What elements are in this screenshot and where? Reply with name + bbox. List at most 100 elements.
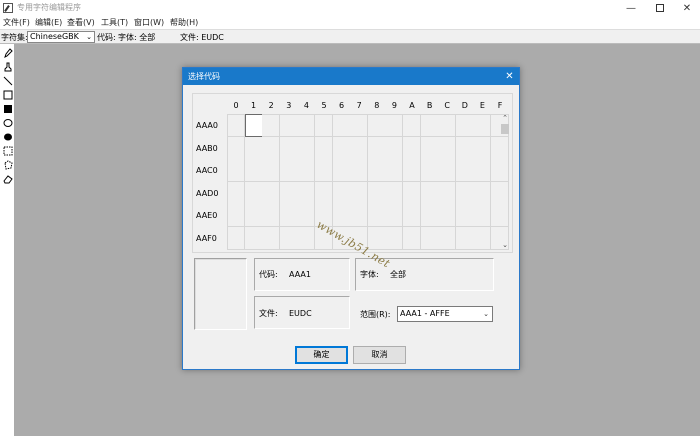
code-cell[interactable]	[367, 181, 386, 205]
code-cell[interactable]	[315, 136, 334, 160]
code-cell[interactable]	[455, 136, 474, 160]
grid-scrollbar[interactable]: ⌃ ⌄	[500, 114, 510, 251]
code-cell[interactable]	[403, 159, 422, 182]
filled-ellipse-icon[interactable]	[2, 131, 13, 142]
code-cell[interactable]	[420, 204, 439, 227]
code-cell[interactable]	[297, 136, 316, 160]
code-cell[interactable]	[297, 226, 316, 250]
code-cell[interactable]	[403, 226, 422, 250]
code-cell[interactable]	[262, 226, 281, 250]
code-cell[interactable]	[438, 204, 457, 227]
code-cell[interactable]	[262, 136, 281, 160]
code-cell[interactable]	[279, 159, 298, 182]
hollow-ellipse-icon[interactable]	[2, 117, 13, 128]
scroll-down-icon[interactable]: ⌄	[500, 241, 510, 250]
code-cell[interactable]	[473, 159, 492, 182]
code-cell[interactable]	[227, 204, 246, 227]
cancel-button[interactable]: 取消	[353, 346, 406, 364]
code-cell[interactable]	[244, 181, 263, 205]
code-cell[interactable]	[438, 226, 457, 250]
code-cell[interactable]	[455, 226, 474, 250]
code-cell[interactable]	[227, 181, 246, 205]
code-cell[interactable]	[420, 181, 439, 205]
code-cell[interactable]	[297, 159, 316, 182]
code-cell[interactable]	[244, 204, 263, 227]
code-cell[interactable]	[262, 159, 281, 182]
code-cell[interactable]	[385, 136, 404, 160]
code-cell[interactable]	[367, 159, 386, 182]
rect-select-icon[interactable]	[2, 145, 13, 156]
code-cell[interactable]	[473, 204, 492, 227]
code-cell[interactable]	[367, 204, 386, 227]
code-cell[interactable]	[279, 226, 298, 250]
code-cell[interactable]	[332, 114, 351, 137]
scroll-up-icon[interactable]: ⌃	[500, 114, 510, 123]
code-cell[interactable]	[262, 114, 281, 137]
code-cell[interactable]	[455, 204, 474, 227]
code-cell[interactable]	[279, 114, 298, 137]
scroll-thumb[interactable]	[501, 124, 509, 134]
code-cell[interactable]	[455, 181, 474, 205]
close-button[interactable]: ✕	[672, 0, 700, 16]
freeform-select-icon[interactable]	[2, 159, 13, 170]
code-cell[interactable]	[455, 114, 474, 137]
code-cell[interactable]	[227, 136, 246, 160]
menu-file[interactable]: 文件(F)	[3, 17, 30, 28]
minimize-button[interactable]: —	[616, 0, 646, 16]
menu-help[interactable]: 帮助(H)	[170, 17, 198, 28]
code-cell[interactable]	[297, 114, 316, 137]
eraser-icon[interactable]	[2, 173, 13, 184]
hollow-rect-icon[interactable]	[2, 89, 13, 100]
code-cell[interactable]	[385, 204, 404, 227]
code-cell[interactable]	[227, 114, 246, 137]
code-cell[interactable]	[244, 136, 263, 160]
code-cell[interactable]	[455, 159, 474, 182]
code-cell[interactable]	[367, 136, 386, 160]
dialog-close-button[interactable]: ✕	[503, 70, 516, 83]
menu-edit[interactable]: 编辑(E)	[35, 17, 62, 28]
code-cell[interactable]	[420, 159, 439, 182]
code-cell[interactable]	[244, 114, 263, 137]
code-cell[interactable]	[315, 114, 334, 137]
code-cell[interactable]	[385, 181, 404, 205]
code-cell[interactable]	[420, 114, 439, 137]
code-cell[interactable]	[473, 114, 492, 137]
code-cell[interactable]	[315, 159, 334, 182]
charset-select[interactable]: ChineseGBK ⌄	[27, 31, 95, 43]
code-cell[interactable]	[367, 114, 386, 137]
code-cell[interactable]	[420, 136, 439, 160]
code-cell[interactable]	[350, 204, 369, 227]
code-cell[interactable]	[315, 181, 334, 205]
code-cell[interactable]	[279, 204, 298, 227]
code-cell[interactable]	[350, 159, 369, 182]
code-cell[interactable]	[438, 159, 457, 182]
code-cell[interactable]	[385, 114, 404, 137]
code-cell[interactable]	[438, 136, 457, 160]
code-cell[interactable]	[438, 181, 457, 205]
maximize-button[interactable]	[645, 0, 675, 16]
code-cell[interactable]	[332, 136, 351, 160]
code-cell[interactable]	[332, 159, 351, 182]
code-cell[interactable]	[473, 226, 492, 250]
code-cell[interactable]	[403, 136, 422, 160]
brush-icon[interactable]	[2, 61, 13, 72]
code-cell[interactable]	[473, 136, 492, 160]
menu-window[interactable]: 窗口(W)	[134, 17, 164, 28]
ok-button[interactable]: 确定	[295, 346, 348, 364]
code-cell[interactable]	[297, 181, 316, 205]
range-select[interactable]: AAA1 - AFFE ⌄	[397, 306, 493, 322]
code-cell[interactable]	[403, 114, 422, 137]
menu-tools[interactable]: 工具(T)	[101, 17, 128, 28]
code-cell[interactable]	[332, 181, 351, 205]
code-cell[interactable]	[332, 204, 351, 227]
code-cell[interactable]	[473, 181, 492, 205]
code-cell[interactable]	[227, 159, 246, 182]
pencil-icon[interactable]	[2, 47, 13, 58]
code-cell[interactable]	[385, 226, 404, 250]
code-cell[interactable]	[262, 181, 281, 205]
code-cell[interactable]	[350, 136, 369, 160]
code-cell[interactable]	[279, 181, 298, 205]
code-cell[interactable]	[244, 226, 263, 250]
code-cell[interactable]	[227, 226, 246, 250]
code-cell[interactable]	[297, 204, 316, 227]
